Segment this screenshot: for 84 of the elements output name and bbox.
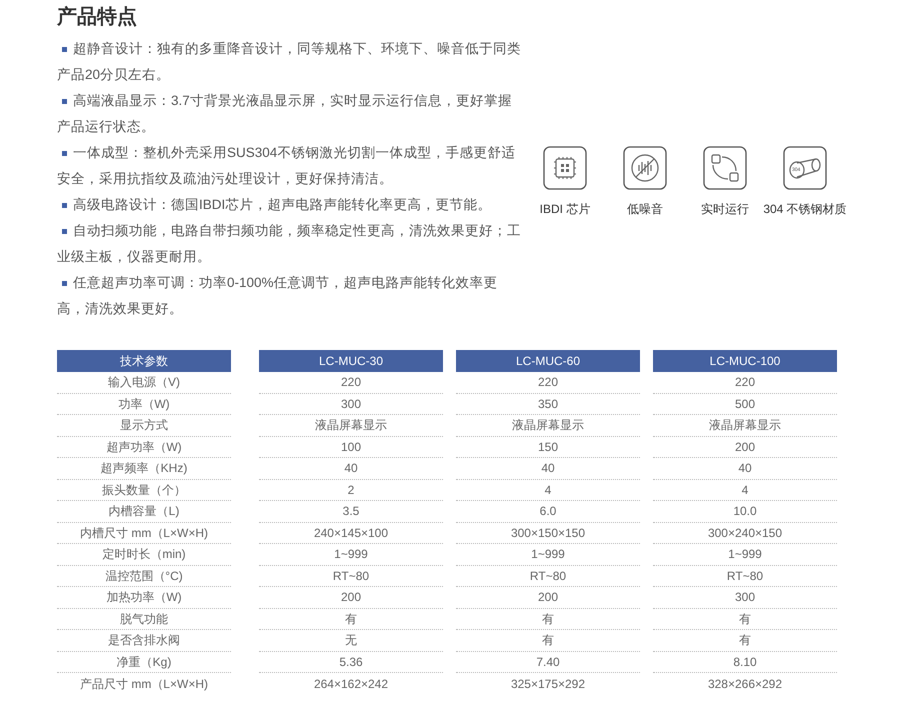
table-cell: RT~80 [259,566,443,587]
badge-label: IBDI 芯片 [540,201,590,218]
table-cell: 4 [456,480,640,501]
chip-icon [543,146,587,190]
table-cell-text: 产品尺寸 mm（L×W×H) [78,676,209,693]
table-cell: 无 [259,630,443,652]
table-cell: 300×150×150 [456,522,640,544]
feature-text: 高级电路设计：德国IBDI芯片，超声电路声能转化率更高，更节能。 [57,192,492,218]
table-cell: 有 [259,608,443,630]
table-cell: 1~999 [456,544,640,566]
bullet-icon [62,47,67,52]
table-cell: 有 [653,630,837,652]
feature-text: 自动扫频功能，电路自带扫频功能，频率稳定性更高，清洗效果更好；工业级主板，仪器更耐用。 [57,222,522,266]
table-cell: 8.10 [653,652,837,673]
bullet-icon [62,203,67,208]
table-cell: 240×145×100 [259,522,443,544]
table-cell: RT~80 [456,566,640,587]
table-cell-text: 325×175×292 [510,676,586,693]
table-cell: 超声功率（W) [57,436,231,458]
table-cell: 300×240×150 [653,522,837,544]
feature-text: 一体成型：整机外壳采用SUS304不锈钢激光切割一体成型，手感更舒适安全，采用抗指纹及疏油污处理设计，更好保持清洁。 [57,144,516,188]
table-cell: 液晶屏幕显示 [456,415,640,436]
table-cell: 内槽尺寸 mm（L×W×H) [57,522,231,544]
table-cell: 220 [653,372,837,394]
table-cell: 4 [653,480,837,501]
table-cell: 有 [653,608,837,630]
table-cell: 振头数量（个） [57,480,231,501]
table-cell-text: 328×266×292 [706,676,784,693]
table-cell: 40 [456,458,640,480]
table-cell: 500 [653,394,837,415]
table-cell: 40 [653,458,837,480]
table-cell: 1~999 [259,544,443,566]
table-cell: 300 [653,587,837,608]
table-cell: 1~999 [653,544,837,566]
badge-label: 304 不锈钢材质 [763,201,847,218]
table-cell: 220 [259,372,443,394]
table-cell: 超声频率（KHz) [57,458,231,480]
feature-text: 高端液晶显示：3.7寸背景光液晶显示屏，实时显示运行信息，更好掌握产品运行状态。 [57,92,513,136]
column-header: LC-MUC-100 [653,350,837,372]
table-cell: 输入电源（V) [57,372,231,394]
column-header: LC-MUC-60 [456,350,640,372]
table-cell: 净重（Kg) [57,652,231,673]
badge-label: 实时运行 [701,201,749,218]
table-cell: 定时时长（min) [57,544,231,566]
bullet-icon [62,151,67,156]
table-cell: 内槽容量（L) [57,501,231,522]
column-header: 技术参数 [57,350,231,372]
table-cell: 有 [456,630,640,652]
table-cell: 150 [456,436,640,458]
table-cell: 加热功率（W) [57,587,231,608]
table-cell: RT~80 [653,566,837,587]
muted-sound-icon [623,146,667,190]
table-cell: 6.0 [456,501,640,522]
table-cell: 220 [456,372,640,394]
column-header: LC-MUC-30 [259,350,443,372]
table-cell: 是否含排水阀 [57,630,231,652]
feature-text: 任意超声功率可调：功率0-100%任意调节，超声电路声能转化效率更高，清洗效果更好。 [57,274,499,318]
table-cell-text: 264×162×242 [312,676,390,693]
connected-squares-icon [703,146,747,190]
table-cell: 200 [456,587,640,608]
table-cell: 温控范围（°C) [57,566,231,587]
table-cell: 10.0 [653,501,837,522]
table-cell: 功率（W) [57,394,231,415]
table-cell: 200 [259,587,443,608]
table-cell: 100 [259,436,443,458]
bullet-icon [62,281,67,286]
badge-label: 低噪音 [627,201,663,218]
table-cell: 7.40 [456,652,640,673]
section-title: 产品特点 [57,4,137,30]
bullet-icon [62,99,67,104]
bullet-icon [62,229,67,234]
table-cell: 2 [259,480,443,501]
table-cell: 300 [259,394,443,415]
table-cell: 有 [456,608,640,630]
table-cell: 液晶屏幕显示 [653,415,837,436]
table-cell: 200 [653,436,837,458]
table-cell: 5.36 [259,652,443,673]
feature-text: 超静音设计：独有的多重降音设计，同等规格下、环境下、噪音低于同类产品20分贝左右。 [57,40,522,84]
table-cell: 350 [456,394,640,415]
table-cell: 3.5 [259,501,443,522]
table-cell: 液晶屏幕显示 [259,415,443,436]
table-cell: 40 [259,458,443,480]
table-cell: 显示方式 [57,415,231,436]
table-cell: 脱气功能 [57,608,231,630]
